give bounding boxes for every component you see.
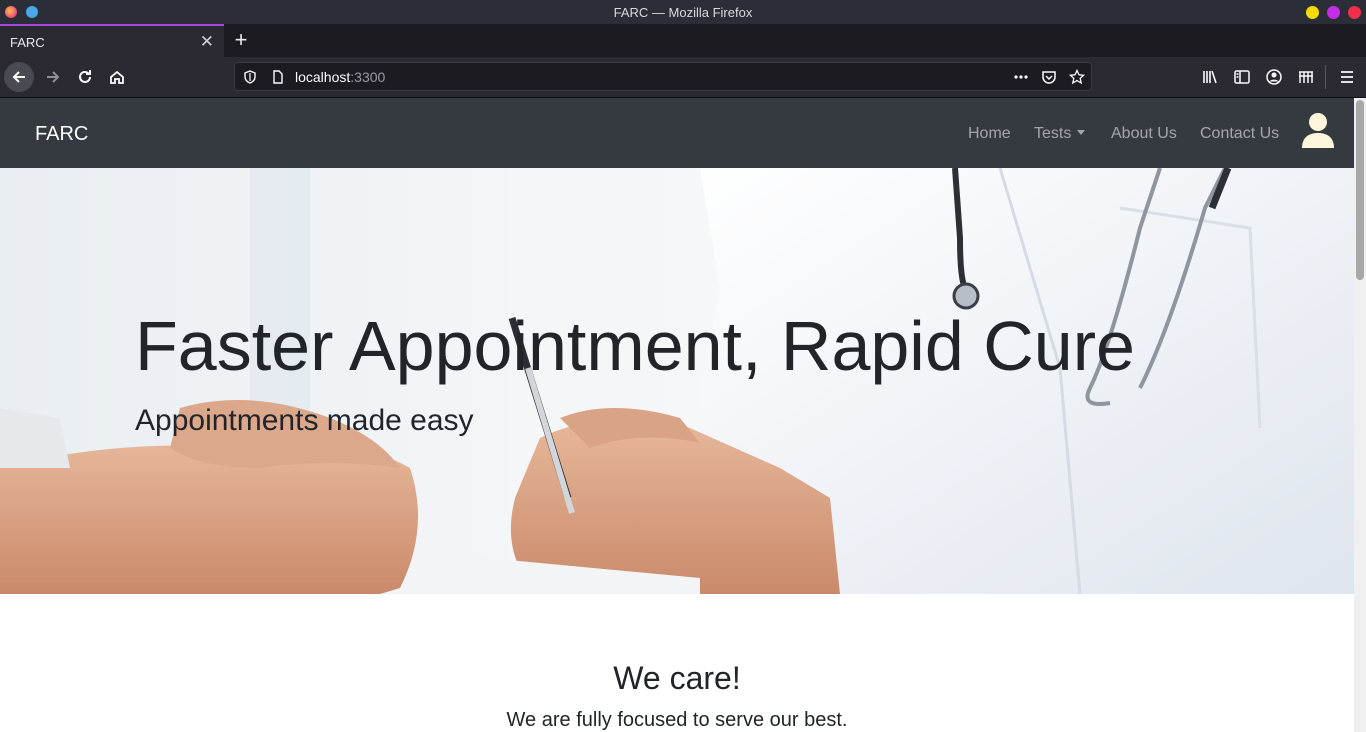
hero-subtitle: Appointments made easy xyxy=(135,404,474,437)
library-icon[interactable] xyxy=(1201,68,1219,86)
tab-label: FARC xyxy=(10,35,45,50)
pocket-icon[interactable] xyxy=(1041,69,1057,85)
hero-banner: Faster Appointment, Rapid Cure Appointme… xyxy=(0,168,1354,594)
forward-icon[interactable] xyxy=(38,62,68,92)
sidebar-icon[interactable] xyxy=(1233,68,1251,86)
reload-icon[interactable] xyxy=(70,62,100,92)
more-icon[interactable] xyxy=(1013,69,1029,85)
scrollbar-thumb[interactable] xyxy=(1356,100,1364,280)
back-icon[interactable] xyxy=(4,62,34,92)
section-text: We are fully focused to serve our best. xyxy=(506,709,848,731)
caret-down-icon xyxy=(1077,130,1086,135)
page-icon[interactable] xyxy=(270,69,286,85)
tab-strip: FARC ✕ + xyxy=(0,24,1366,57)
hero-title: Faster Appointment, Rapid Cure xyxy=(135,307,1135,385)
tab-farc[interactable]: FARC ✕ xyxy=(0,24,224,57)
maximize-button[interactable] xyxy=(1327,6,1340,19)
nav-home[interactable]: Home xyxy=(968,125,1011,143)
minimize-button[interactable] xyxy=(1306,6,1319,19)
nav-tests-dropdown[interactable]: Tests xyxy=(1034,125,1086,143)
shield-icon[interactable] xyxy=(242,69,258,85)
window-titlebar: FARC — Mozilla Firefox xyxy=(0,0,1366,24)
home-icon[interactable] xyxy=(102,62,132,92)
close-window-button[interactable] xyxy=(1348,6,1361,19)
menu-icon[interactable] xyxy=(1338,68,1356,86)
brand-logo[interactable]: FARC xyxy=(35,123,88,146)
nav-contact[interactable]: Contact Us xyxy=(1200,125,1279,143)
nav-tests-label: Tests xyxy=(1034,125,1072,142)
close-icon[interactable]: ✕ xyxy=(200,32,214,52)
url-text[interactable]: localhost:3300 xyxy=(295,69,385,85)
extensions-icon[interactable] xyxy=(1297,68,1315,86)
plus-icon[interactable]: + xyxy=(230,28,252,52)
page-scrollbar[interactable] xyxy=(1354,98,1366,732)
browser-toolbar: localhost:3300 xyxy=(0,57,1366,98)
section-title: We care! xyxy=(613,660,741,696)
user-icon[interactable] xyxy=(1301,112,1335,150)
window-title: FARC — Mozilla Firefox xyxy=(613,5,753,20)
star-icon[interactable] xyxy=(1069,69,1085,85)
nav-about[interactable]: About Us xyxy=(1111,125,1177,143)
account-icon[interactable] xyxy=(1265,68,1283,86)
url-bar[interactable]: localhost:3300 xyxy=(234,62,1092,91)
toolbar-divider xyxy=(1325,65,1326,89)
site-navbar: FARC Home Tests About Us Contact Us xyxy=(0,98,1354,168)
